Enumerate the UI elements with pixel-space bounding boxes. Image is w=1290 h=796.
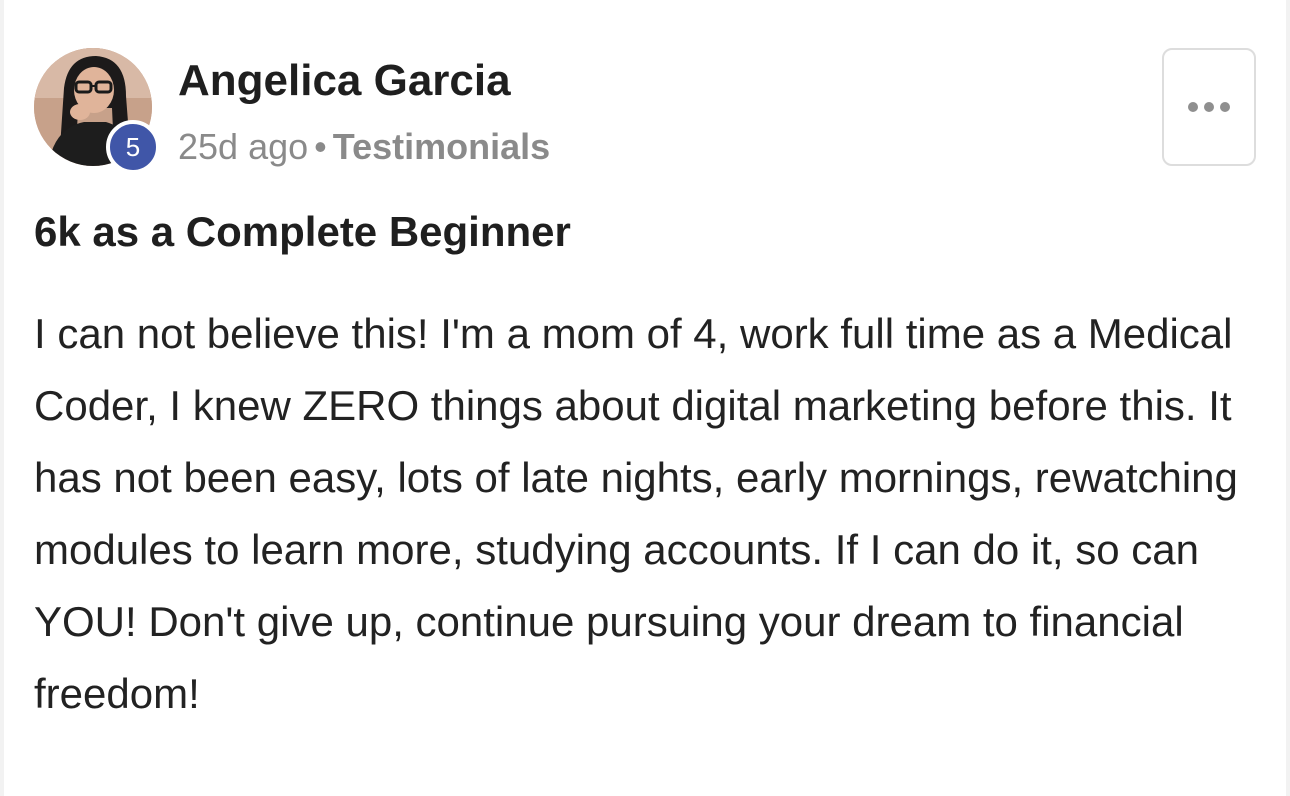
post-body: I can not believe this! I'm a mom of 4, … [34,310,1238,717]
level-badge: 5 [106,120,160,174]
author-name[interactable]: Angelica Garcia [178,56,511,106]
post-time: 25d ago [178,126,309,167]
meta-separator: • [314,126,327,167]
post-card: 5 Angelica Garcia 25d ago • Testimonials 6… [4,0,1286,796]
post-title[interactable]: 6k as a Complete Beginner [34,208,571,256]
post-category[interactable]: Testimonials [333,126,550,167]
more-options-button[interactable] [1162,48,1256,166]
author-avatar-group[interactable]: 5 [34,48,160,174]
more-horizontal-icon [1188,102,1230,112]
post-meta: 25d ago • Testimonials [178,126,550,168]
